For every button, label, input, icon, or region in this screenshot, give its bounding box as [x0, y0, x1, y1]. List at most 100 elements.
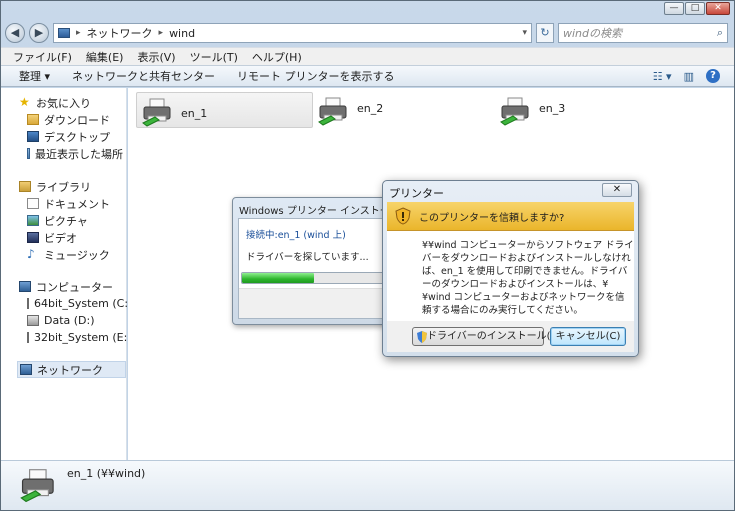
sidebar-item-label: ライブラリ: [36, 180, 91, 194]
menu-help[interactable]: ヘルプ(H): [252, 49, 302, 65]
sidebar-item-label: 64bit_System (C:): [34, 297, 133, 310]
sidebar-item-drive-d[interactable]: Data (D:): [27, 312, 123, 329]
picture-icon: [27, 215, 39, 226]
sidebar-item-desktop[interactable]: デスクトップ: [27, 128, 123, 145]
connecting-text: 接続中:en_1 (wind 上): [246, 230, 346, 241]
command-bar-right: ☷ ▾ ▥ ?: [653, 69, 720, 83]
maximize-button[interactable]: □: [685, 2, 705, 15]
menu-file[interactable]: ファイル(F): [13, 49, 72, 65]
sidebar-item-recent-places[interactable]: 最近表示した場所: [27, 145, 123, 162]
printer-icon: [318, 97, 347, 126]
sidebar-item-drive-c[interactable]: 64bit_System (C:): [27, 295, 132, 312]
network-sharing-center-button[interactable]: ネットワークと共有センター: [72, 68, 215, 84]
printer-item-en-1[interactable]: en_1: [136, 92, 313, 128]
caption-buttons: — □ ✕: [664, 2, 730, 15]
address-dropdown-icon[interactable]: ▾: [522, 28, 527, 38]
sidebar-item-label: 32bit_System (E:): [34, 331, 132, 344]
sidebar-item-label: 最近表示した場所: [35, 147, 123, 161]
star-icon: ★: [19, 95, 30, 109]
sidebar-item-videos[interactable]: ビデオ: [27, 229, 123, 246]
printer-trust-dialog: プリンター ✕ このプリンターを信頼しますか? ¥¥wind コンピューターから…: [382, 180, 639, 357]
command-bar: 整理 ▾ ネットワークと共有センター リモート プリンターを表示する ☷ ▾ ▥…: [1, 65, 734, 87]
sidebar-item-label: ミュージック: [44, 248, 110, 262]
drive-icon: [27, 315, 39, 326]
dialog-title: Windows プリンター インストール: [239, 206, 400, 217]
sidebar-item-label: ビデオ: [44, 231, 77, 245]
printer-name: en_1: [181, 107, 208, 120]
printer-item-en-3[interactable]: en_3: [499, 96, 565, 126]
search-icon[interactable]: ⌕: [717, 26, 723, 40]
sidebar-item-pictures[interactable]: ピクチャ: [27, 212, 123, 229]
dialog-body: 接続中:en_1 (wind 上) ドライバーを探しています...: [238, 218, 386, 319]
install-driver-button[interactable]: ドライバーのインストール(I): [412, 327, 557, 346]
breadcrumb-network[interactable]: ネットワーク: [87, 25, 153, 41]
view-options-icon[interactable]: ☷ ▾: [653, 70, 672, 83]
drive-icon: [27, 298, 29, 309]
printer-name: en_2: [357, 102, 384, 115]
sidebar-item-label: デスクトップ: [44, 130, 110, 144]
sidebar-item-music[interactable]: ♪ ミュージック: [27, 246, 123, 263]
music-icon: ♪: [27, 247, 35, 261]
breadcrumb-wind[interactable]: wind: [169, 27, 195, 40]
breadcrumb-separator[interactable]: ▸: [76, 28, 81, 38]
breadcrumb-separator[interactable]: ▸: [159, 28, 164, 38]
sidebar-item-label: お気に入り: [36, 96, 91, 110]
printer-item-en-2[interactable]: en_2: [317, 96, 383, 126]
help-icon[interactable]: ?: [706, 69, 720, 83]
warning-banner: このプリンターを信頼しますか?: [387, 202, 634, 231]
cancel-label: キャンセル(C): [555, 331, 621, 342]
dialog-close-button[interactable]: ✕: [602, 183, 632, 197]
progress-fill: [242, 273, 314, 283]
recent-places-icon: [27, 148, 30, 159]
install-driver-label: ドライバーのインストール(I): [427, 331, 558, 342]
menu-bar: ファイル(F) 編集(E) 表示(V) ツール(T) ヘルプ(H): [1, 47, 734, 65]
menu-edit[interactable]: 編集(E): [86, 49, 124, 65]
sidebar-item-label: ピクチャ: [44, 214, 88, 228]
shield-warning-icon: [395, 207, 411, 225]
dialog-footer: [239, 288, 385, 318]
menu-tools[interactable]: ツール(T): [190, 49, 238, 65]
sidebar-item-label: ダウンロード: [44, 113, 110, 127]
printer-install-dialog: Windows プリンター インストール 接続中:en_1 (wind 上) ド…: [232, 197, 400, 325]
close-button[interactable]: ✕: [706, 2, 730, 15]
sidebar-item-computer[interactable]: コンピューター: [19, 278, 123, 295]
printer-icon: [20, 469, 54, 503]
sidebar-item-network[interactable]: ネットワーク: [17, 361, 126, 378]
search-input[interactable]: windの検索 ⌕: [558, 23, 728, 43]
sidebar-item-label: ネットワーク: [37, 363, 103, 377]
back-button[interactable]: ◀: [5, 23, 25, 43]
document-icon: [27, 198, 39, 209]
organize-button[interactable]: 整理 ▾: [19, 68, 50, 84]
trust-message: ¥¥wind コンピューターからソフトウェア ドライバーをダウンロードおよびイン…: [422, 240, 634, 316]
warning-question: このプリンターを信頼しますか?: [419, 212, 565, 224]
show-remote-printers-button[interactable]: リモート プリンターを表示する: [237, 68, 395, 84]
library-icon: [19, 181, 31, 192]
drive-icon: [27, 332, 29, 343]
video-icon: [27, 232, 39, 243]
printer-icon: [142, 98, 171, 127]
progress-bar: [241, 272, 386, 284]
forward-button[interactable]: ▶: [29, 23, 49, 43]
network-icon: [20, 364, 32, 375]
printer-icon: [500, 97, 529, 126]
sidebar-item-documents[interactable]: ドキュメント: [27, 195, 123, 212]
sidebar-item-drive-e[interactable]: 32bit_System (E:): [27, 329, 132, 346]
sidebar-item-favorites[interactable]: ★ お気に入り: [19, 94, 123, 111]
preview-pane-icon[interactable]: ▥: [684, 70, 694, 83]
sidebar-item-downloads[interactable]: ダウンロード: [27, 111, 123, 128]
navigation-pane: ★ お気に入り ダウンロード デスクトップ 最近表示した場所 ライブラリ ドキュ…: [1, 88, 132, 460]
menu-view[interactable]: 表示(V): [137, 49, 175, 65]
dialog-button-bar: ドライバーのインストール(I) キャンセル(C): [387, 321, 634, 352]
minimize-button[interactable]: —: [664, 2, 684, 15]
address-bar[interactable]: ▸ ネットワーク ▸ wind ▾: [53, 23, 532, 43]
details-pane: en_1 (¥¥wind): [1, 460, 734, 510]
cancel-button[interactable]: キャンセル(C): [550, 327, 626, 346]
network-location-icon: [58, 28, 70, 38]
dialog-title: プリンター: [389, 187, 444, 200]
sidebar-item-libraries[interactable]: ライブラリ: [19, 178, 123, 195]
status-text: ドライバーを探しています...: [246, 252, 369, 263]
details-printer-name: en_1 (¥¥wind): [67, 467, 146, 480]
download-folder-icon: [27, 114, 39, 125]
refresh-button[interactable]: ↻: [536, 23, 554, 43]
sidebar-item-label: コンピューター: [36, 280, 113, 294]
